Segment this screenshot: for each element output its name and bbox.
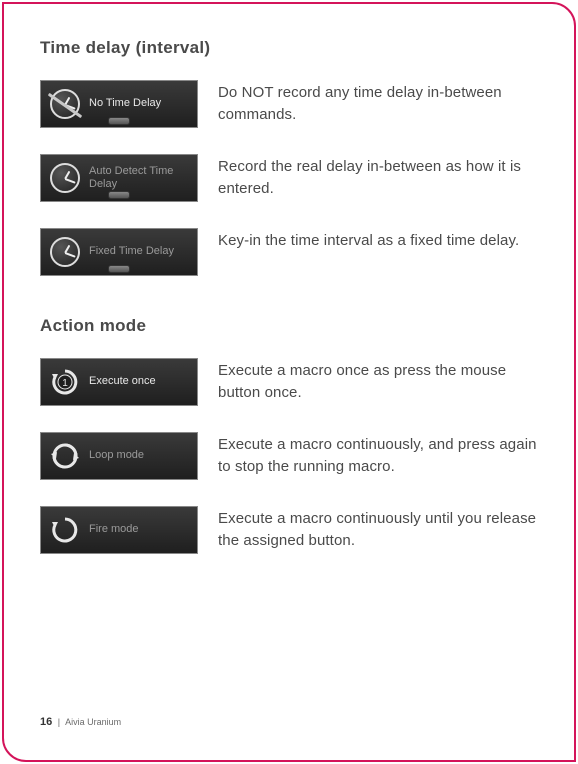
clock-icon xyxy=(47,160,83,196)
option-description: Key-in the time interval as a fixed time… xyxy=(218,228,538,252)
option-loop-mode[interactable]: Loop mode xyxy=(40,432,198,480)
product-name: Aivia Uranium xyxy=(65,717,121,727)
option-execute-once[interactable]: 1 Execute once xyxy=(40,358,198,406)
row-loop-mode: Loop mode Execute a macro continuously, … xyxy=(40,432,538,480)
option-description: Execute a macro continuously, and press … xyxy=(218,432,538,478)
toggle-chip-icon xyxy=(108,117,130,125)
option-fixed-time-delay[interactable]: Fixed Time Delay xyxy=(40,228,198,276)
cycle-fire-icon xyxy=(47,512,83,548)
row-auto-detect: Auto Detect Time Delay Record the real d… xyxy=(40,154,538,202)
option-description: Execute a macro once as press the mouse … xyxy=(218,358,538,404)
option-no-time-delay[interactable]: No Time Delay xyxy=(40,80,198,128)
section-action-mode: Action mode 1 Execute once Execute a mac… xyxy=(40,316,538,554)
cycle-once-icon: 1 xyxy=(47,364,83,400)
svg-text:1: 1 xyxy=(62,378,68,389)
section-time-delay: Time delay (interval) No Time Delay Do N… xyxy=(40,38,538,276)
page-footer: 16 | Aivia Uranium xyxy=(40,716,121,728)
option-label: Fire mode xyxy=(89,523,139,536)
row-no-time-delay: No Time Delay Do NOT record any time del… xyxy=(40,80,538,128)
option-label: No Time Delay xyxy=(89,97,161,110)
option-fire-mode[interactable]: Fire mode xyxy=(40,506,198,554)
toggle-chip-icon xyxy=(108,265,130,273)
option-label: Fixed Time Delay xyxy=(89,245,174,258)
row-execute-once: 1 Execute once Execute a macro once as p… xyxy=(40,358,538,406)
heading-action-mode: Action mode xyxy=(40,316,538,336)
page-number: 16 xyxy=(40,716,52,728)
option-label: Auto Detect Time Delay xyxy=(89,165,191,191)
option-label: Execute once xyxy=(89,375,156,388)
clock-icon xyxy=(47,86,83,122)
cycle-loop-icon xyxy=(47,438,83,474)
clock-icon xyxy=(47,234,83,270)
option-description: Execute a macro continuously until you r… xyxy=(218,506,538,552)
option-description: Record the real delay in-between as how … xyxy=(218,154,538,200)
row-fixed-time: Fixed Time Delay Key-in the time interva… xyxy=(40,228,538,276)
option-label: Loop mode xyxy=(89,449,144,462)
row-fire-mode: Fire mode Execute a macro continuously u… xyxy=(40,506,538,554)
heading-time-delay: Time delay (interval) xyxy=(40,38,538,58)
option-description: Do NOT record any time delay in-between … xyxy=(218,80,538,126)
footer-separator: | xyxy=(58,717,60,727)
toggle-chip-icon xyxy=(108,191,130,199)
option-auto-detect-time-delay[interactable]: Auto Detect Time Delay xyxy=(40,154,198,202)
